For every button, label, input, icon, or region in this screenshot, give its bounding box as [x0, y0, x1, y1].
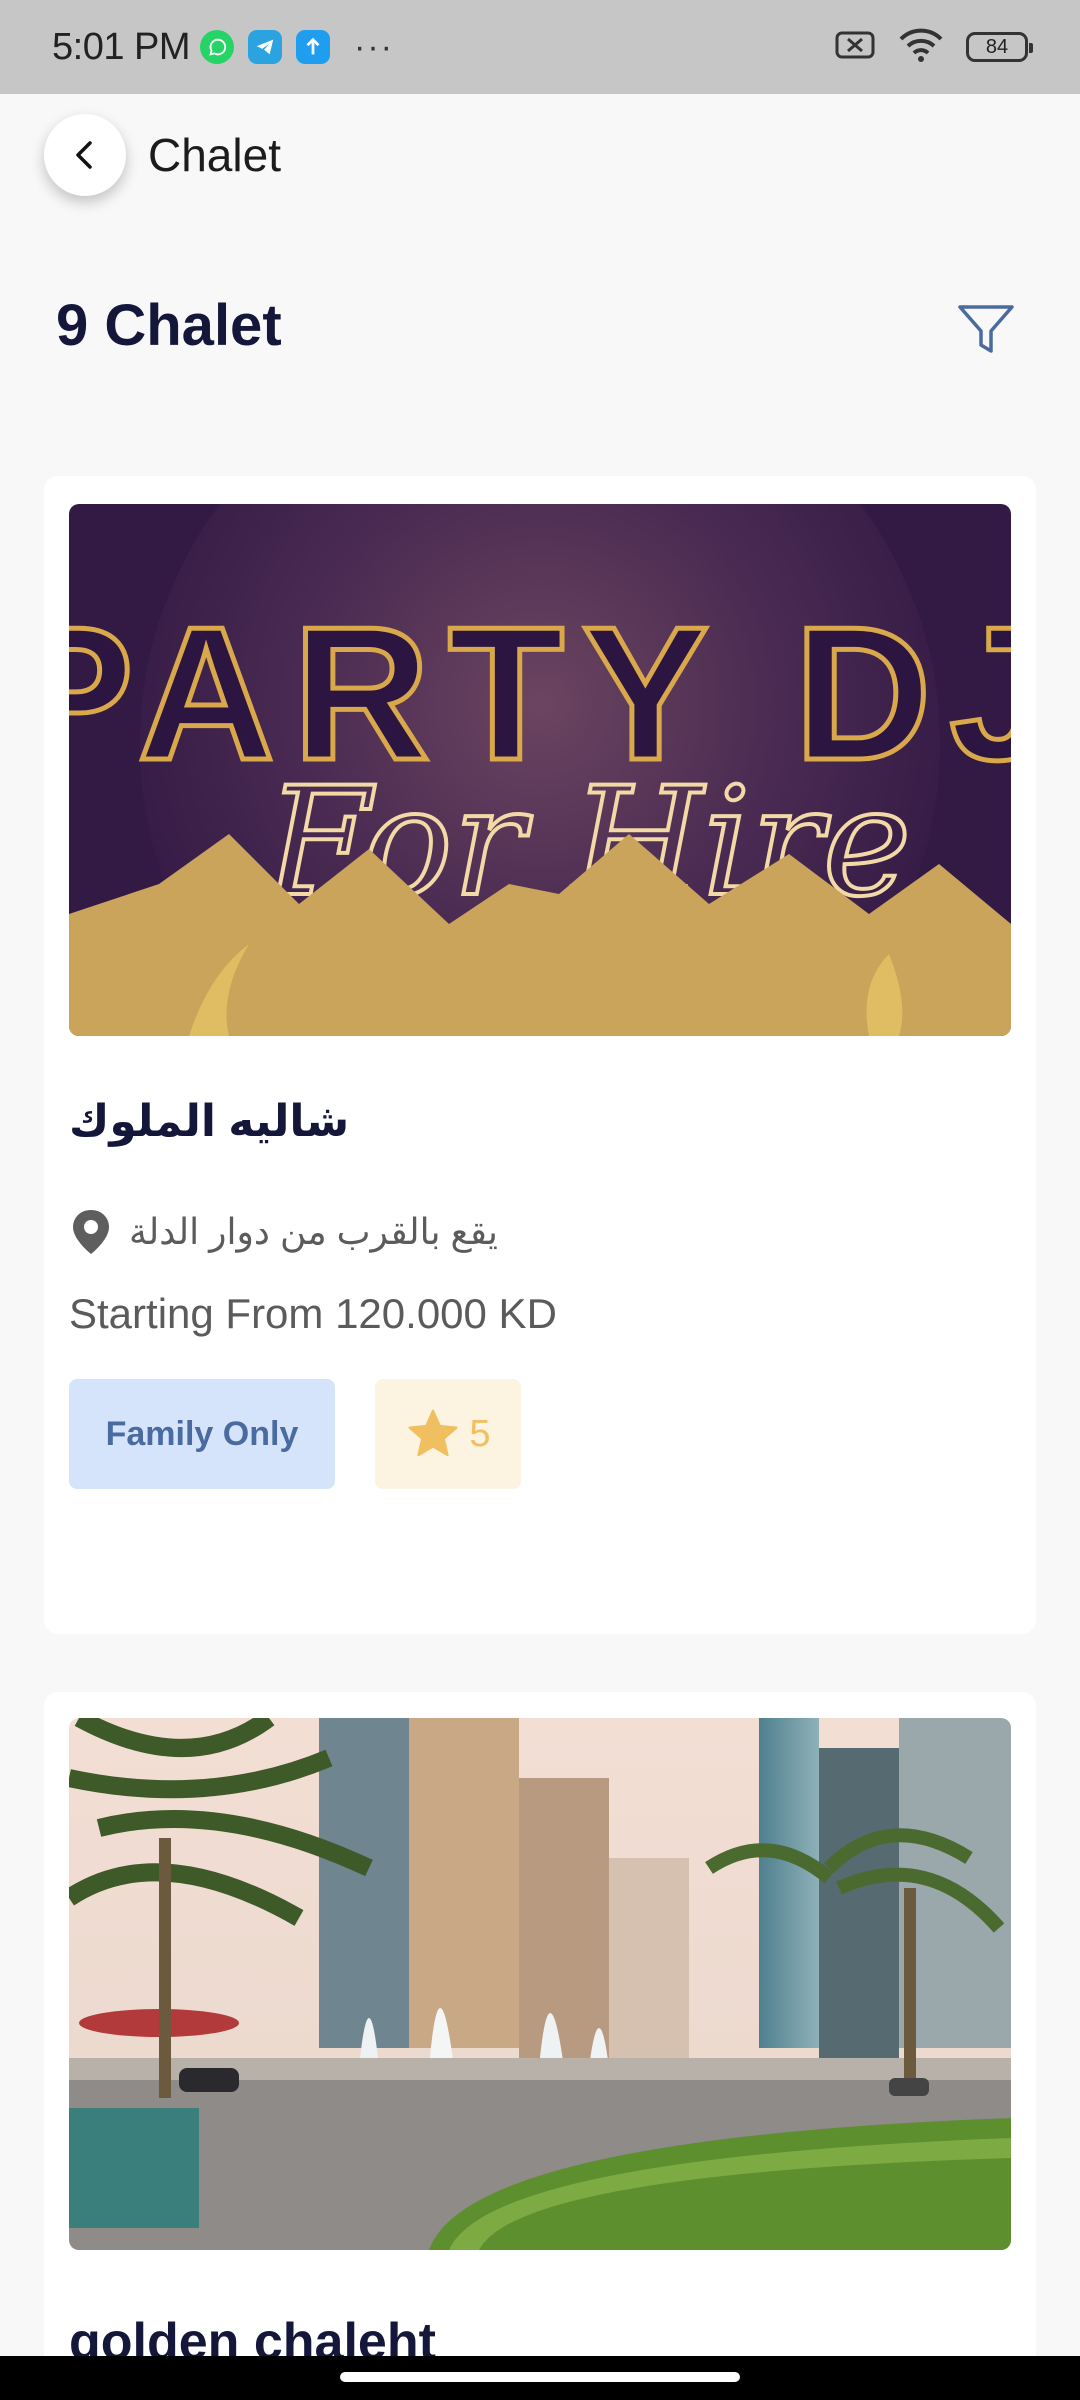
chalet-card[interactable]: golden chaleht — [44, 1692, 1036, 2400]
location-pin-icon — [73, 1210, 109, 1254]
status-time: 5:01 PM — [52, 25, 191, 68]
filter-button[interactable] — [950, 294, 1022, 366]
home-indicator[interactable] — [340, 2372, 740, 2382]
upload-icon — [296, 30, 331, 64]
family-only-badge: Family Only — [69, 1379, 335, 1489]
wifi-icon — [898, 27, 944, 68]
data-off-icon — [834, 29, 876, 66]
screen: 5:01 PM ··· 84 Chalet 9 Chalet PARTY D F… — [0, 0, 1080, 2400]
gesture-navigation-bar — [0, 2356, 1080, 2400]
page-title: Chalet — [148, 129, 281, 181]
telegram-icon — [248, 30, 283, 64]
rating-badge: 5 — [375, 1379, 521, 1489]
battery-indicator: 84 — [966, 32, 1033, 62]
location-text: يقع بالقرب من دوار الدلة — [129, 1211, 498, 1252]
status-right: 84 — [834, 27, 1033, 68]
chevron-left-icon — [76, 141, 92, 169]
more-notifications-icon: ··· — [354, 27, 394, 66]
filter-icon — [958, 305, 1014, 353]
status-bar: 5:01 PM ··· 84 — [0, 0, 1080, 94]
star-icon — [408, 1409, 458, 1457]
chalet-title: شاليه الملوك — [69, 1097, 350, 1146]
results-count: 9 Chalet — [56, 293, 282, 358]
chalet-card[interactable]: PARTY DJ For Hire شاليه الملوك يقع بالقر… — [44, 476, 1036, 1634]
chalet-price: Starting From 120.000 KD — [69, 1290, 557, 1337]
status-app-icons: ··· — [200, 28, 394, 67]
whatsapp-icon — [200, 30, 235, 64]
rating-value: 5 — [469, 1412, 491, 1455]
chalet-image[interactable] — [69, 1718, 1011, 2250]
back-button[interactable] — [44, 114, 126, 196]
chalet-image[interactable]: PARTY DJ For Hire — [69, 504, 1011, 1036]
app-header: Chalet — [0, 94, 1080, 220]
chalet-location: يقع بالقرب من دوار الدلة — [69, 1208, 498, 1256]
